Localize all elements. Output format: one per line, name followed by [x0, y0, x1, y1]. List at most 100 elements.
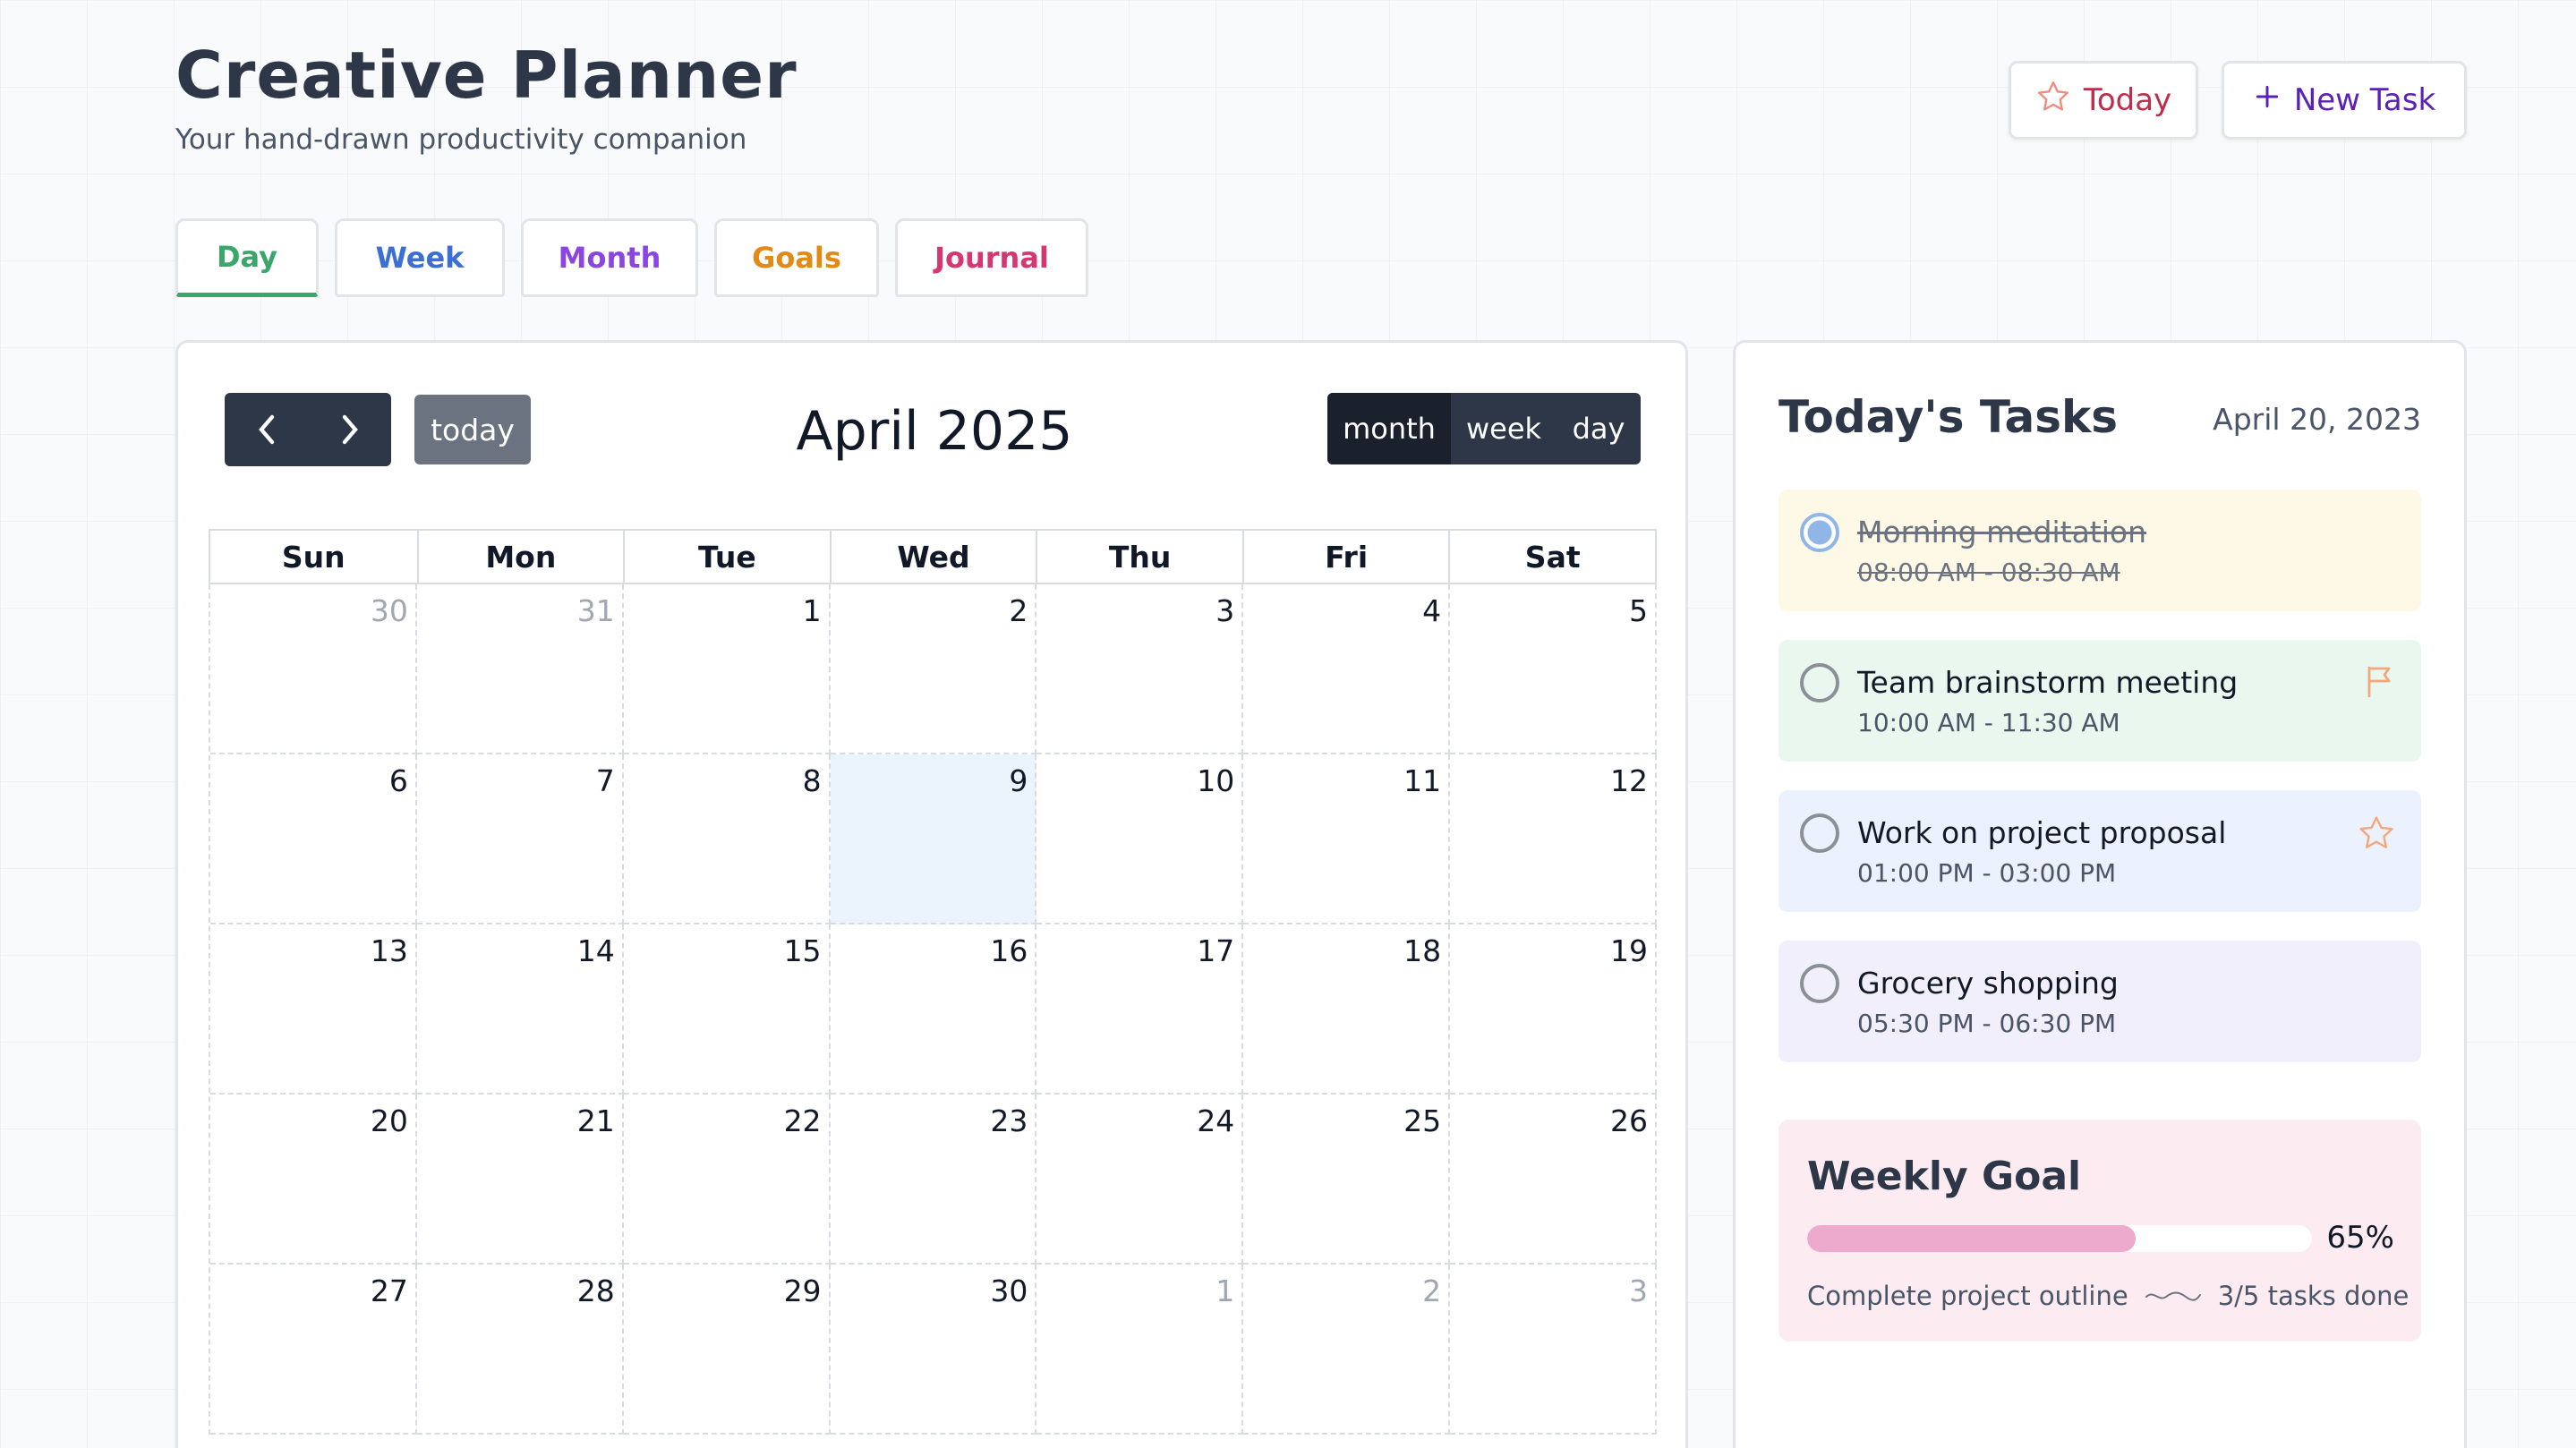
calendar-day-cell[interactable]: 9: [830, 754, 1037, 924]
calendar-day-cell[interactable]: 1: [623, 584, 831, 754]
squiggle-icon: [2145, 1291, 2201, 1301]
task-checkbox[interactable]: [1800, 964, 1839, 1003]
calendar-day-cell[interactable]: 1: [1036, 1265, 1244, 1435]
tab-week[interactable]: Week: [335, 218, 505, 297]
calendar-day-cell[interactable]: 26: [1450, 1095, 1657, 1265]
weekly-goal-status: 3/5 tasks done: [2217, 1281, 2410, 1311]
calendar-day-cell[interactable]: 25: [1243, 1095, 1451, 1265]
calendar-day-number: 31: [576, 593, 615, 628]
calendar-day-cell[interactable]: 30: [210, 584, 417, 754]
task-checkbox[interactable]: [1800, 513, 1839, 552]
calendar-day-number: 16: [990, 933, 1028, 968]
calendar-day-cell[interactable]: 22: [623, 1095, 831, 1265]
calendar-day-cell[interactable]: 5: [1450, 584, 1657, 754]
tab-day[interactable]: Day: [175, 218, 319, 297]
calendar-day-cell[interactable]: 2: [830, 584, 1037, 754]
calendar-day-number: 14: [576, 933, 615, 968]
weekly-goal-progress-fill: [1807, 1225, 2136, 1252]
view-week-button[interactable]: week: [1451, 393, 1557, 464]
calendar-day-cell[interactable]: 6: [210, 754, 417, 924]
calendar-day-cell[interactable]: 3: [1036, 584, 1244, 754]
calendar-day-number: 2: [1422, 1273, 1442, 1308]
calendar-day-number: 27: [370, 1273, 408, 1308]
calendar-grid: Sun Mon Tue Wed Thu Fri Sat 30 31 1 2 3 4 5 6 7 8…: [209, 529, 1657, 1435]
calendar-card: today April 2025 month week day Sun Mon …: [175, 340, 1688, 1448]
calendar-day-number: 20: [370, 1103, 408, 1138]
task-item[interactable]: Work on project proposal 01:00 PM - 03:0…: [1778, 790, 2421, 912]
calendar-day-cell[interactable]: 19: [1450, 924, 1657, 1095]
flag-icon[interactable]: [2364, 663, 2396, 703]
calendar-day-cell[interactable]: 2: [1243, 1265, 1451, 1435]
star-icon[interactable]: [2357, 813, 2396, 856]
calendar-day-number: 23: [990, 1103, 1028, 1138]
calendar-day-number: 1: [802, 593, 822, 628]
calendar-day-number: 26: [1610, 1103, 1648, 1138]
new-task-button-label: New Task: [2293, 82, 2436, 118]
task-checkbox[interactable]: [1800, 663, 1839, 703]
star-icon: [2035, 79, 2071, 123]
calendar-day-number: 25: [1403, 1103, 1442, 1138]
view-day-button[interactable]: day: [1557, 393, 1641, 464]
task-item[interactable]: Morning meditation 08:00 AM - 08:30 AM: [1778, 490, 2421, 611]
weekday-label: Sun: [281, 539, 345, 575]
calendar-day-cell[interactable]: 13: [210, 924, 417, 1095]
view-tabs: Day Week Month Goals Journal: [175, 218, 1088, 297]
calendar-day-cell[interactable]: 24: [1036, 1095, 1244, 1265]
tasks-title: Today's Tasks: [1778, 391, 2119, 443]
calendar-day-cell[interactable]: 23: [830, 1095, 1037, 1265]
view-month-button[interactable]: month: [1327, 393, 1451, 464]
weekly-goal-progress-bar: [1807, 1225, 2312, 1252]
calendar-days: 30 31 1 2 3 4 5 6 7 8 9 10 11 12 13 14 15 16 17 18 19 20 21 22 2…: [209, 584, 1657, 1435]
weekday-label: Wed: [829, 531, 1036, 583]
calendar-day-cell[interactable]: 30: [830, 1265, 1037, 1435]
calendar-day-cell[interactable]: 3: [1450, 1265, 1657, 1435]
calendar-day-number: 18: [1403, 933, 1442, 968]
task-time: 05:30 PM - 06:30 PM: [1857, 1009, 2117, 1038]
calendar-day-number: 8: [802, 763, 822, 798]
today-button[interactable]: Today: [2009, 61, 2198, 140]
calendar-day-cell[interactable]: 8: [623, 754, 831, 924]
calendar-view-switch: month week day: [1327, 393, 1641, 464]
calendar-day-cell[interactable]: 15: [623, 924, 831, 1095]
calendar-day-cell[interactable]: 20: [210, 1095, 417, 1265]
app-subtitle: Your hand-drawn productivity companion: [175, 124, 747, 156]
task-item[interactable]: Grocery shopping 05:30 PM - 06:30 PM: [1778, 941, 2421, 1062]
calendar-day-cell[interactable]: 12: [1450, 754, 1657, 924]
calendar-day-number: 4: [1422, 593, 1442, 628]
calendar-day-number: 10: [1197, 763, 1235, 798]
weekly-goal-description: Complete project outline: [1807, 1281, 2128, 1311]
calendar-day-number: 6: [388, 763, 408, 798]
task-time: 01:00 PM - 03:00 PM: [1857, 858, 2117, 888]
task-time: 10:00 AM - 11:30 AM: [1857, 708, 2120, 737]
calendar-day-number: 15: [783, 933, 822, 968]
new-task-button[interactable]: New Task: [2222, 61, 2467, 140]
weekday-label: Sat: [1448, 531, 1655, 583]
calendar-day-cell[interactable]: 11: [1243, 754, 1451, 924]
plus-icon: [2253, 82, 2282, 119]
tasks-date: April 20, 2023: [2213, 402, 2421, 437]
tab-goals[interactable]: Goals: [714, 218, 879, 297]
calendar-day-cell[interactable]: 31: [416, 584, 624, 754]
calendar-day-cell[interactable]: 17: [1036, 924, 1244, 1095]
weekly-goal-details: Complete project outline 3/5 tasks done: [1807, 1281, 2409, 1311]
calendar-day-cell[interactable]: 14: [416, 924, 624, 1095]
tab-month[interactable]: Month: [521, 218, 698, 297]
calendar-day-number: 12: [1610, 763, 1648, 798]
calendar-day-cell[interactable]: 28: [416, 1265, 624, 1435]
calendar-day-number: 19: [1610, 933, 1648, 968]
calendar-day-cell[interactable]: 29: [623, 1265, 831, 1435]
weekday-label: Tue: [623, 531, 830, 583]
calendar-day-cell[interactable]: 27: [210, 1265, 417, 1435]
calendar-day-cell[interactable]: 16: [830, 924, 1037, 1095]
calendar-day-cell[interactable]: 7: [416, 754, 624, 924]
weekday-header: Sun Mon Tue Wed Thu Fri Sat: [209, 529, 1657, 584]
calendar-day-cell[interactable]: 10: [1036, 754, 1244, 924]
calendar-day-number: 1: [1215, 1273, 1235, 1308]
task-item[interactable]: Team brainstorm meeting 10:00 AM - 11:30…: [1778, 640, 2421, 762]
task-checkbox[interactable]: [1800, 813, 1839, 853]
tab-journal[interactable]: Journal: [895, 218, 1088, 297]
calendar-day-cell[interactable]: 4: [1243, 584, 1451, 754]
calendar-day-cell[interactable]: 18: [1243, 924, 1451, 1095]
calendar-day-cell[interactable]: 21: [416, 1095, 624, 1265]
weekly-goal-title: Weekly Goal: [1807, 1154, 2082, 1199]
